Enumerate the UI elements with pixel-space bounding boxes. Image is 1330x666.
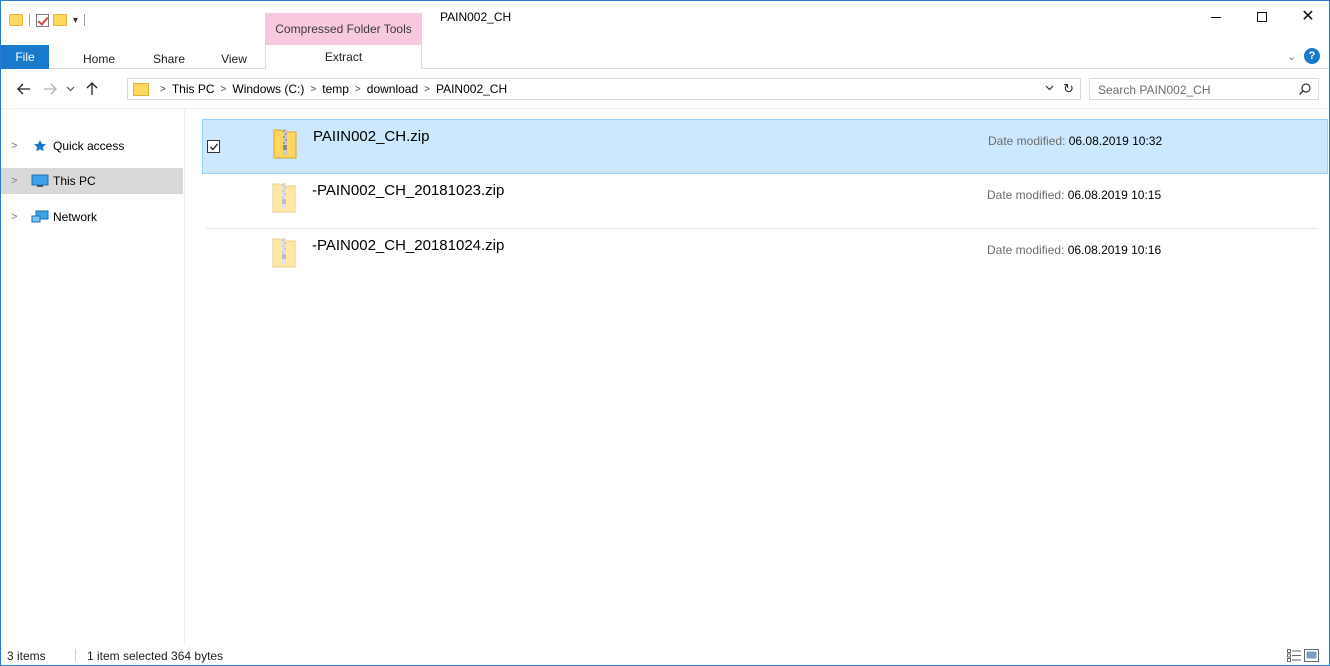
forward-arrow-icon [44, 83, 57, 95]
divider [84, 14, 86, 26]
breadcrumb-pain002-ch[interactable]: PAIN002_CH [436, 82, 507, 96]
breadcrumb-separator-icon[interactable]: > [355, 84, 361, 95]
large-icons-view-icon[interactable] [1304, 649, 1319, 662]
chevron-right-icon[interactable]: > [11, 175, 25, 187]
row-checkbox[interactable] [207, 140, 220, 153]
tab-extract[interactable]: Extract [265, 45, 422, 69]
tab-home[interactable]: Home [79, 48, 119, 69]
date-modified: Date modified: 06.08.2019 10:32 [988, 134, 1162, 148]
tab-file[interactable]: File [1, 45, 49, 69]
help-icon[interactable]: ? [1304, 48, 1320, 64]
chevron-right-icon[interactable]: > [11, 140, 25, 152]
maximize-icon [1257, 12, 1267, 22]
address-bar-row: > This PC > Windows (C:) > temp > downlo… [1, 69, 1329, 109]
search-input[interactable] [1098, 82, 1288, 97]
breadcrumb-temp[interactable]: temp [322, 82, 349, 96]
zip-file-icon [272, 183, 296, 213]
zip-file-icon [272, 238, 296, 268]
sidebar-item-label: This PC [53, 174, 96, 188]
file-row[interactable]: PAIIN002_CH.zip Date modified: 06.08.201… [202, 119, 1328, 174]
search-box[interactable] [1089, 78, 1319, 100]
up-arrow-icon [86, 82, 98, 95]
context-tab-group-label: Compressed Folder Tools [275, 22, 412, 36]
divider [75, 649, 76, 662]
file-row[interactable]: -PAIN002_CH_20181024.zip Date modified: … [202, 229, 1328, 284]
network-icon [31, 209, 49, 225]
breadcrumb-separator-icon[interactable]: > [221, 84, 227, 95]
file-name[interactable]: -PAIN002_CH_20181024.zip [312, 237, 504, 254]
address-bar[interactable]: > This PC > Windows (C:) > temp > downlo… [127, 78, 1081, 100]
breadcrumb-separator-icon[interactable]: > [160, 84, 166, 95]
maximize-button[interactable] [1239, 1, 1285, 33]
star-icon [31, 138, 49, 154]
item-count: 3 items [7, 649, 46, 663]
title-bar: ▾ Compressed Folder Tools PAIN002_CH ✕ [1, 1, 1329, 45]
file-name[interactable]: -PAIN002_CH_20181023.zip [312, 182, 504, 199]
breadcrumb-separator-icon[interactable]: > [310, 84, 316, 95]
file-row[interactable]: -PAIN002_CH_20181023.zip Date modified: … [202, 174, 1328, 229]
back-button[interactable] [15, 80, 33, 98]
minimize-button[interactable] [1193, 1, 1239, 33]
close-button[interactable]: ✕ [1285, 1, 1330, 33]
date-modified-label: Date modified: [987, 188, 1068, 202]
date-modified-value: 06.08.2019 10:15 [1067, 188, 1162, 202]
date-modified: Date modified: 06.08.2019 10:15 [987, 188, 1161, 202]
customize-toolbar-dropdown-icon[interactable]: ▾ [73, 15, 78, 26]
quick-access-toolbar: ▾ [9, 9, 87, 31]
tab-share[interactable]: Share [149, 48, 189, 69]
folder-icon [133, 82, 149, 96]
details-view-icon[interactable] [1287, 649, 1301, 662]
forward-button[interactable] [41, 80, 59, 98]
properties-icon[interactable] [36, 13, 49, 27]
refresh-icon[interactable]: ↻ [1063, 81, 1074, 97]
checkmark-icon [210, 143, 219, 151]
back-arrow-icon [17, 83, 30, 95]
date-modified-label: Date modified: [988, 134, 1069, 148]
status-bar: 3 items 1 item selected 364 bytes [1, 645, 1329, 666]
sidebar-item-network[interactable]: > Network [1, 204, 183, 230]
new-folder-icon[interactable] [53, 14, 67, 26]
breadcrumb-this-pc[interactable]: This PC [172, 82, 215, 96]
date-modified: Date modified: 06.08.2019 10:16 [987, 243, 1161, 257]
breadcrumb-windows-c[interactable]: Windows (C:) [232, 82, 304, 96]
breadcrumb-download[interactable]: download [367, 82, 418, 96]
up-button[interactable] [83, 80, 101, 98]
context-tab-group: Compressed Folder Tools [265, 13, 422, 45]
window-title: PAIN002_CH [440, 10, 512, 24]
navigation-pane: > Quick access > This PC > Network [1, 109, 185, 645]
sidebar-item-this-pc[interactable]: > This PC [1, 168, 183, 194]
recent-locations-button[interactable] [61, 80, 79, 98]
expand-ribbon-chevron-icon[interactable]: ⌄ [1287, 50, 1296, 63]
address-history-dropdown-icon[interactable] [1045, 83, 1054, 94]
sidebar-item-quick-access[interactable]: > Quick access [1, 133, 183, 159]
selection-info: 1 item selected 364 bytes [87, 649, 224, 663]
date-modified-value: 06.08.2019 10:16 [1067, 243, 1162, 257]
close-icon: ✕ [1301, 8, 1315, 25]
chevron-down-icon [66, 86, 74, 92]
sidebar-item-label: Quick access [53, 139, 125, 153]
chevron-right-icon[interactable]: > [11, 211, 25, 223]
explorer-window: ▾ Compressed Folder Tools PAIN002_CH ✕ F… [0, 0, 1330, 666]
tab-view[interactable]: View [217, 48, 251, 69]
date-modified-value: 06.08.2019 10:32 [1068, 134, 1163, 148]
breadcrumb-separator-icon[interactable]: > [424, 84, 430, 95]
date-modified-label: Date modified: [987, 243, 1068, 257]
zip-file-icon [273, 129, 297, 159]
folder-icon[interactable] [9, 14, 23, 26]
computer-icon [31, 173, 49, 189]
sidebar-item-label: Network [53, 210, 98, 224]
file-name[interactable]: PAIIN002_CH.zip [313, 128, 429, 145]
ribbon-tabs: File Home Share View Extract ⌄ ? [1, 45, 1329, 69]
search-icon[interactable] [1298, 82, 1312, 96]
minimize-icon [1211, 16, 1221, 18]
divider [29, 14, 30, 26]
file-list: PAIIN002_CH.zip Date modified: 06.08.201… [186, 109, 1329, 645]
